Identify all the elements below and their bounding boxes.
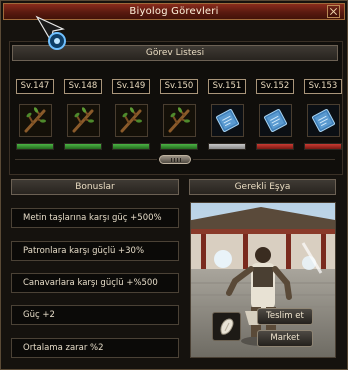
book-icon	[308, 105, 339, 136]
scroll-track-left	[15, 159, 157, 160]
book-icon	[260, 105, 291, 136]
mission-level-label[interactable]: Sv.148	[64, 79, 102, 94]
branch-icon	[116, 105, 147, 136]
mission-status-bar	[208, 143, 246, 150]
mission-item-slot[interactable]	[211, 104, 244, 137]
branch-icon	[164, 105, 195, 136]
mission-status-bar	[160, 143, 198, 150]
fish-bone-icon	[220, 318, 234, 335]
bonus-item: Güç +2	[11, 305, 179, 325]
mission-item-slot[interactable]	[259, 104, 292, 137]
mission-item-slot[interactable]	[115, 104, 148, 137]
close-button[interactable]	[327, 5, 340, 18]
mission-level-label[interactable]: Sv.151	[208, 79, 246, 94]
mission-item-slot[interactable]	[67, 104, 100, 137]
mission-item-slot[interactable]	[163, 104, 196, 137]
mission-status-bar	[16, 143, 54, 150]
branch-icon	[20, 105, 51, 136]
bonus-item: Canavarlara karşı güçlü +%500	[11, 273, 179, 293]
mission-status-bar	[112, 143, 150, 150]
mission-status-bar	[304, 143, 342, 150]
mission-item-slot[interactable]	[19, 104, 52, 137]
bonus-item: Metin taşlarına karşı güç +500%	[11, 208, 179, 228]
required-item-slot[interactable]	[212, 312, 241, 341]
bonuses-header: Bonuslar	[11, 179, 179, 195]
branch-icon	[68, 105, 99, 136]
deliver-button[interactable]: Teslim et	[257, 308, 313, 325]
horizontal-scroll-handle[interactable]	[159, 155, 191, 164]
mission-item-slot[interactable]	[307, 104, 340, 137]
mouse-cursor-icon	[35, 15, 66, 50]
mission-status-bar	[64, 143, 102, 150]
scroll-track-right	[193, 159, 335, 160]
mission-level-label[interactable]: Sv.153	[304, 79, 342, 94]
mission-level-label[interactable]: Sv.150	[160, 79, 198, 94]
mission-level-label[interactable]: Sv.147	[16, 79, 54, 94]
market-button[interactable]: Market	[257, 330, 313, 347]
biologist-missions-window: Biyolog Görevleri Görev Listesi Sv.147 S…	[0, 0, 348, 370]
book-icon	[212, 105, 243, 136]
bonus-item: Patronlara karşı güçlü +30%	[11, 241, 179, 261]
mission-status-bar	[256, 143, 294, 150]
required-item-header: Gerekli Eşya	[189, 179, 336, 195]
mission-level-label[interactable]: Sv.149	[112, 79, 150, 94]
bonus-item: Ortalama zarar %2	[11, 338, 179, 358]
mission-level-label[interactable]: Sv.152	[256, 79, 294, 94]
